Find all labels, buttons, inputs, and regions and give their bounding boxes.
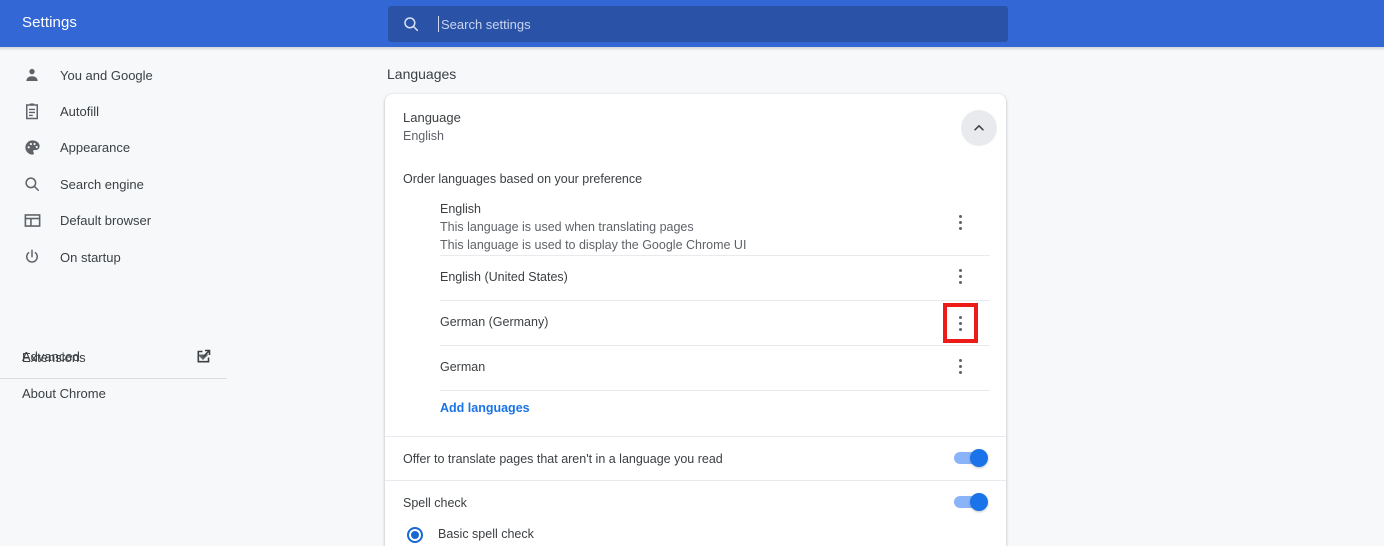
radio-label: Basic spell check — [438, 527, 534, 541]
language-section-subtitle: English — [403, 129, 444, 143]
sidebar-item-you-and-google[interactable]: You and Google — [0, 57, 250, 93]
search-placeholder: Search settings — [441, 17, 531, 32]
sidebar-item-label: About Chrome — [22, 386, 106, 401]
language-list: English This language is used when trans… — [440, 194, 990, 391]
sidebar-item-search-engine[interactable]: Search engine — [0, 166, 250, 202]
app-title: Settings — [22, 14, 77, 31]
browser-window-icon — [22, 210, 42, 230]
basic-spell-check-row[interactable]: Basic spell check — [385, 524, 1006, 546]
more-vert-icon[interactable] — [947, 307, 974, 339]
chevron-up-icon — [972, 121, 986, 135]
language-name: German — [440, 360, 990, 374]
language-section-title: Language — [403, 110, 461, 125]
spell-check-row[interactable]: Spell check — [385, 480, 1006, 524]
spell-check-toggle[interactable] — [954, 495, 988, 509]
sidebar-item-label: You and Google — [60, 68, 153, 83]
sidebar-item-autofill[interactable]: Autofill — [0, 93, 250, 129]
option-label: Spell check — [403, 496, 467, 510]
toggle-knob — [970, 493, 988, 511]
sidebar-item-label: On startup — [60, 250, 121, 265]
table-row[interactable]: English (United States) — [440, 256, 990, 301]
sidebar-item-about-chrome[interactable]: About Chrome — [0, 379, 250, 409]
more-vert-icon[interactable] — [950, 359, 970, 374]
offer-to-translate-row[interactable]: Offer to translate pages that aren't in … — [385, 436, 1006, 480]
collapse-section-button[interactable] — [961, 110, 997, 146]
sidebar-item-default-browser[interactable]: Default browser — [0, 202, 250, 238]
person-icon — [22, 65, 42, 85]
more-vert-icon[interactable] — [950, 215, 970, 230]
languages-card: Language English Order languages based o… — [385, 94, 1006, 546]
language-section-header[interactable]: Language English — [385, 94, 1006, 157]
search-icon — [22, 174, 42, 194]
toggle-knob — [970, 449, 988, 467]
sidebar-item-label: Default browser — [60, 213, 151, 228]
sidebar-item-appearance[interactable]: Appearance — [0, 129, 250, 165]
palette-icon — [22, 137, 42, 157]
sidebar-item-extensions[interactable]: Extensions — [0, 343, 250, 373]
sidebar-item-label: Search engine — [60, 177, 144, 192]
external-link-icon — [196, 348, 212, 364]
clipboard-icon — [22, 101, 42, 121]
radio-button-selected-dot — [411, 531, 419, 539]
app-header: Settings Search settings — [0, 0, 1384, 47]
order-languages-label: Order languages based on your preference — [403, 172, 642, 186]
sidebar-item-label: Autofill — [60, 104, 99, 119]
add-languages-link[interactable]: Add languages — [440, 401, 530, 415]
page-title: Languages — [387, 66, 456, 82]
language-name: English — [440, 202, 990, 216]
power-icon — [22, 247, 42, 267]
search-text-caret — [438, 16, 439, 32]
language-name: English (United States) — [440, 270, 990, 284]
language-note: This language is used to display the Goo… — [440, 238, 990, 252]
search-icon — [402, 15, 420, 33]
sidebar: You and Google Autofill Appearance — [0, 51, 250, 546]
search-settings-field[interactable]: Search settings — [388, 6, 1008, 42]
more-vert-icon[interactable] — [950, 269, 970, 284]
offer-to-translate-toggle[interactable] — [954, 451, 988, 465]
sidebar-item-label: Extensions — [22, 350, 86, 365]
language-note: This language is used when translating p… — [440, 220, 990, 234]
option-label: Offer to translate pages that aren't in … — [403, 452, 723, 466]
table-row[interactable]: German — [440, 346, 990, 391]
sidebar-item-on-startup[interactable]: On startup — [0, 239, 250, 275]
sidebar-item-label: Appearance — [60, 140, 130, 155]
language-name: German (Germany) — [440, 315, 990, 329]
table-row[interactable]: German (Germany) — [440, 301, 990, 346]
table-row[interactable]: English This language is used when trans… — [440, 194, 990, 256]
